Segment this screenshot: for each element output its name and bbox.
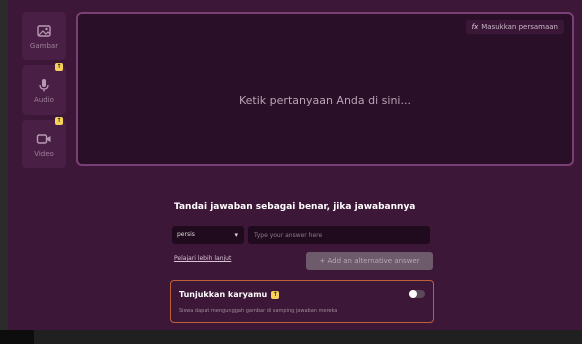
bottom-bar xyxy=(0,330,582,344)
video-icon xyxy=(36,133,51,144)
insert-equation-label: Masukkan persamaan xyxy=(481,23,558,31)
image-icon xyxy=(37,24,51,37)
upgrade-badge: ↑ xyxy=(55,117,63,125)
insert-equation-button[interactable]: fx Masukkan persamaan xyxy=(465,20,564,34)
show-work-title-row: Tunjukkan karyamu ↑ xyxy=(179,290,280,299)
question-editor[interactable]: fx Masukkan persamaan Ketik pertanyaan An… xyxy=(76,12,574,166)
bottom-bar-block xyxy=(0,330,34,344)
toggle-knob xyxy=(409,290,417,298)
show-work-description: Siswa dapat mengunggah gambar di samping… xyxy=(179,308,338,314)
sidebar-item-label: Video xyxy=(34,149,54,158)
add-alternative-answer-button[interactable]: + Add an alternative answer xyxy=(306,252,433,270)
match-type-select[interactable]: persis ▾ xyxy=(172,226,244,244)
sidebar-item-image[interactable]: Gambar xyxy=(22,12,66,60)
sidebar-item-video[interactable]: ↑ Video xyxy=(22,117,66,168)
sidebar-item-audio[interactable]: ↑ Audio xyxy=(22,63,66,115)
upgrade-badge: ↑ xyxy=(271,290,280,299)
upgrade-badge: ↑ xyxy=(55,63,63,71)
function-icon: fx xyxy=(471,23,479,31)
answer-input[interactable] xyxy=(248,226,430,244)
chevron-down-icon: ▾ xyxy=(234,231,238,239)
question-placeholder: Ketik pertanyaan Anda di sini... xyxy=(239,94,411,107)
answer-heading: Tandai jawaban sebagai benar, jika jawab… xyxy=(174,202,416,212)
sidebar-item-label: Gambar xyxy=(29,41,59,50)
microphone-icon xyxy=(39,78,49,91)
sidebar-item-label: Audio xyxy=(34,95,54,104)
show-work-toggle[interactable] xyxy=(409,290,425,298)
learn-more-link[interactable]: Pelajari lebih lanjut xyxy=(174,255,231,262)
match-type-value: persis xyxy=(177,231,195,238)
show-work-card: Tunjukkan karyamu ↑ Siswa dapat mengungga… xyxy=(170,280,434,323)
show-work-title: Tunjukkan karyamu xyxy=(179,290,268,299)
